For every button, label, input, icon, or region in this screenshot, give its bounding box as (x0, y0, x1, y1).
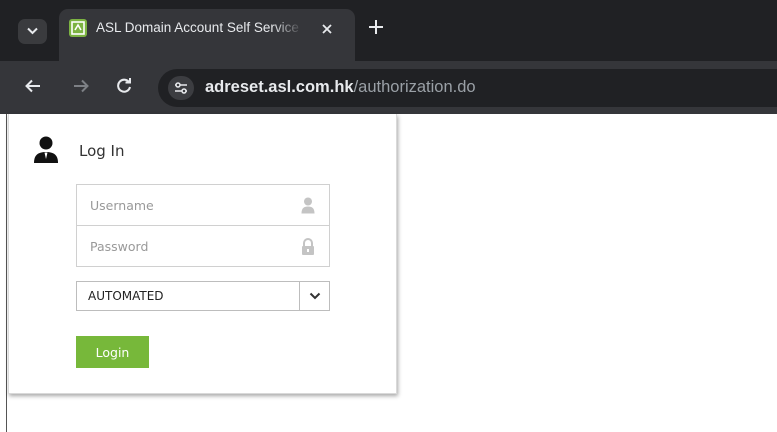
site-info-button[interactable] (168, 76, 194, 100)
login-panel: Log In AUTOMATED Login (8, 114, 397, 394)
browser-tab-active[interactable]: ASL Domain Account Self Service (59, 9, 355, 61)
browser-toolbar: adreset.asl.com.hk/authorization.do (0, 61, 777, 114)
browser-tab-strip: ASL Domain Account Self Service (0, 0, 777, 61)
tune-icon (175, 82, 187, 94)
tab-search-button[interactable] (18, 19, 47, 44)
chevron-down-icon (309, 292, 321, 300)
url-host: adreset.asl.com.hk (205, 78, 354, 96)
domain-select-value: AUTOMATED (88, 289, 164, 303)
domain-select[interactable]: AUTOMATED (76, 281, 330, 311)
reload-icon[interactable] (115, 77, 133, 95)
close-icon[interactable] (320, 22, 334, 36)
back-arrow-icon[interactable] (25, 78, 41, 94)
chevron-down-icon (27, 27, 38, 35)
address-bar[interactable]: adreset.asl.com.hk/authorization.do (158, 69, 777, 107)
login-button[interactable]: Login (76, 336, 149, 368)
url-path: /authorization.do (353, 78, 476, 96)
forward-arrow-icon[interactable] (73, 78, 89, 94)
page-edge-divider (6, 114, 7, 432)
lock-icon (302, 238, 314, 255)
url-text: adreset.asl.com.hk/authorization.do (205, 78, 476, 97)
password-input[interactable] (77, 226, 287, 266)
tab-title: ASL Domain Account Self Service (96, 20, 299, 35)
username-field-group (76, 184, 330, 226)
domain-select-toggle[interactable] (299, 282, 329, 310)
user-icon (301, 197, 315, 214)
new-tab-plus-icon[interactable] (367, 18, 385, 36)
favicon-icon (69, 19, 87, 37)
password-field-group (76, 225, 330, 267)
login-title: Log In (79, 142, 125, 160)
user-icon (34, 136, 58, 163)
username-input[interactable] (77, 185, 287, 225)
